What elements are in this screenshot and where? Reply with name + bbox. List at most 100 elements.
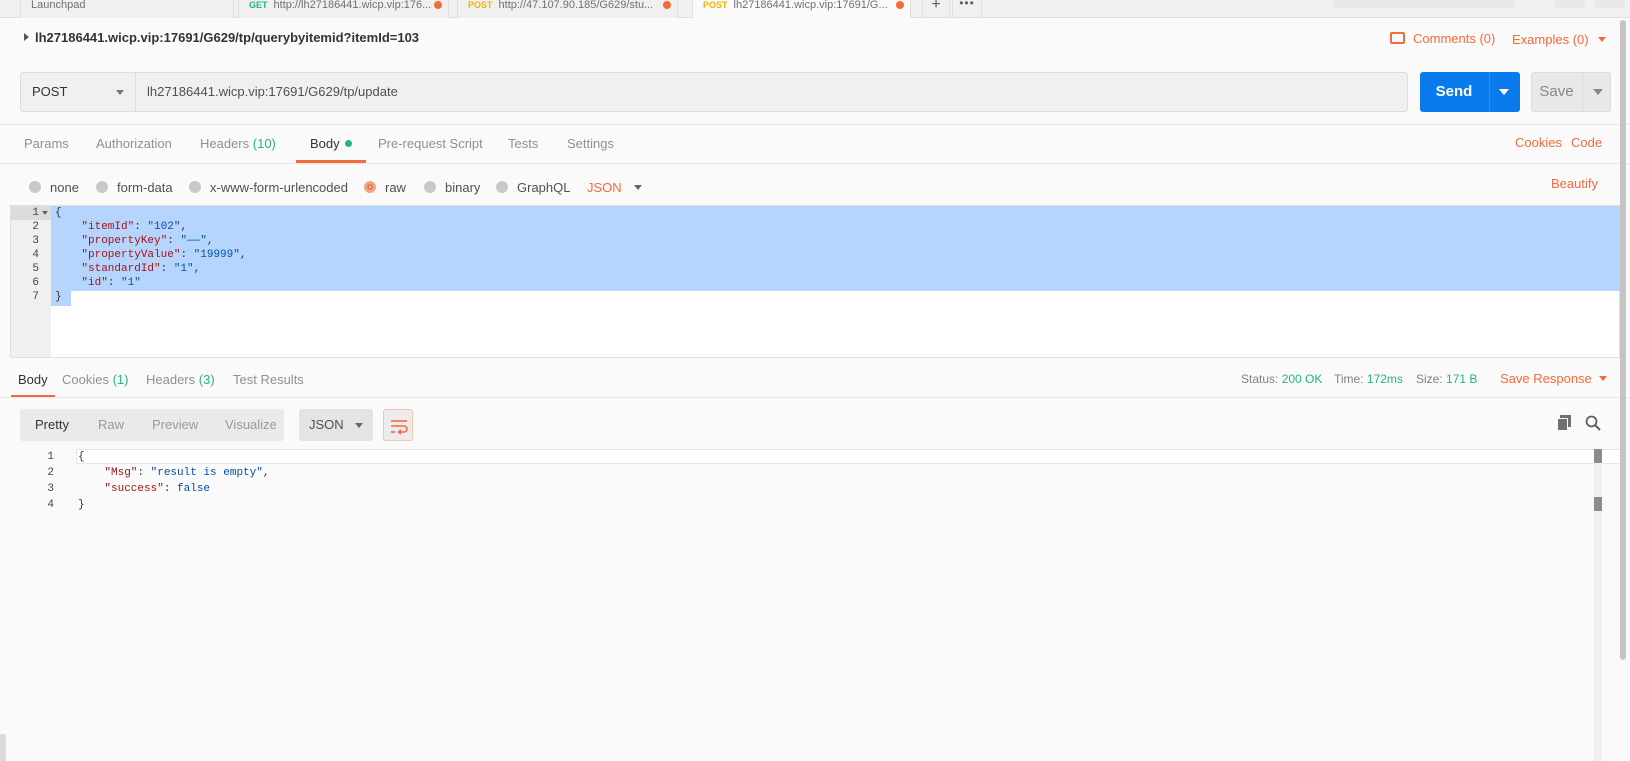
fold-chevron-down-icon[interactable] (42, 211, 48, 215)
code-line: { (78, 451, 85, 463)
radio-raw[interactable]: raw (364, 180, 406, 195)
json-key: "propertyValue" (81, 249, 181, 261)
url-input[interactable]: lh27186441.wicp.vip:17691/G629/tp/update (147, 73, 398, 111)
more-tabs-ellipsis-icon[interactable]: ••• (952, 0, 982, 18)
code-line: "itemId": "102", (81, 221, 188, 233)
environment-eye-icon[interactable] (1555, 0, 1585, 8)
headers-count: (10) (252, 136, 276, 151)
request-tab-strip: Launchpad GET http://lh27186441.wicp.vip:… (0, 0, 1630, 18)
response-tab-cookies[interactable]: Cookies (1) (62, 364, 128, 397)
response-scrollbar[interactable] (1594, 449, 1602, 761)
tab-post-request-active[interactable]: POST lh27186441.wicp.vip:17691/G... (692, 0, 911, 18)
radio-form-data[interactable]: form-data (96, 180, 173, 195)
url-bar: POST lh27186441.wicp.vip:17691/G629/tp/u… (20, 72, 1408, 112)
wrap-lines-button[interactable] (383, 409, 413, 441)
tab-authorization[interactable]: Authorization (96, 125, 172, 163)
divider (1489, 72, 1490, 112)
caret-right-icon[interactable] (24, 33, 29, 41)
line-number: 5 (32, 263, 39, 275)
body-indicator-dot-icon (344, 140, 352, 147)
examples-label: Examples (0) (1512, 32, 1589, 47)
scrollbar-thumb[interactable] (1594, 449, 1602, 463)
new-tab-plus-icon[interactable]: + (922, 0, 950, 18)
response-view-tabs: Pretty Raw Preview Visualize (20, 409, 284, 441)
save-options-chevron-down-icon[interactable] (1593, 89, 1603, 95)
copy-icon[interactable] (1557, 415, 1571, 431)
line-number: 3 (32, 235, 39, 247)
radio-label: none (50, 180, 79, 195)
body-format-value: JSON (587, 180, 622, 195)
wrap-lines-icon (391, 420, 408, 435)
examples-dropdown[interactable]: Examples (0) (1512, 32, 1606, 47)
send-button[interactable]: Send (1420, 72, 1520, 112)
send-options-chevron-down-icon[interactable] (1499, 89, 1509, 95)
body-format-dropdown[interactable]: JSON (587, 180, 642, 195)
request-body-editor[interactable]: 1 2 3 4 5 6 7 { "itemId": "102", "proper… (10, 205, 1621, 358)
radio-selected-icon (364, 181, 376, 193)
json-key: "itemId" (81, 221, 135, 233)
tab-title: http://lh27186441.wicp.vip:176... (273, 0, 432, 11)
tab-headers-label: Headers (200, 136, 250, 151)
size-value[interactable]: 171 B (1446, 372, 1477, 386)
tab-post-request[interactable]: POST http://47.107.90.185/G629/stu... (457, 0, 678, 18)
response-tab-body[interactable]: Body (11, 364, 55, 397)
tab-settings[interactable]: Settings (567, 125, 614, 163)
environment-selector[interactable] (1334, 0, 1514, 8)
unsaved-dot-icon (663, 1, 671, 9)
tab-headers[interactable]: Headers (10) (200, 125, 276, 163)
request-name[interactable]: lh27186441.wicp.vip:17691/G629/tp/queryb… (24, 30, 419, 45)
line-number: 2 (47, 467, 54, 479)
comments-button[interactable]: Comments (0) (1390, 31, 1495, 46)
code-line: } (78, 499, 85, 511)
tab-launchpad[interactable]: Launchpad (20, 0, 234, 18)
view-raw[interactable]: Raw (98, 409, 124, 441)
radio-urlencoded[interactable]: x-www-form-urlencoded (189, 180, 348, 195)
view-pretty[interactable]: Pretty (35, 409, 69, 441)
radio-binary[interactable]: binary (424, 180, 480, 195)
tab-prerequest-script[interactable]: Pre-request Script (378, 125, 483, 163)
response-format-dropdown[interactable]: JSON (299, 409, 373, 441)
response-tab-test-results[interactable]: Test Results (233, 364, 304, 397)
tab-params[interactable]: Params (24, 125, 69, 163)
json-key: "id" (81, 277, 108, 289)
scrollbar-marker (1594, 497, 1602, 511)
time-readout: Time: 172ms (1334, 372, 1403, 386)
radio-label: binary (445, 180, 481, 195)
method-select[interactable]: POST (21, 73, 136, 111)
environment-settings-icon[interactable] (1595, 0, 1625, 8)
tab-tests[interactable]: Tests (508, 125, 538, 163)
chevron-down-icon (1597, 37, 1606, 42)
cookies-link[interactable]: Cookies (1515, 135, 1562, 150)
tab-method: POST (468, 0, 493, 10)
json-value: "102" (147, 221, 181, 233)
search-icon[interactable] (1585, 415, 1601, 431)
page-scrollbar[interactable] (1620, 20, 1628, 660)
json-value: false (177, 483, 211, 495)
cookies-count: (1) (112, 372, 129, 387)
radio-graphql[interactable]: GraphQL (496, 180, 570, 195)
save-response-dropdown[interactable]: Save Response (1500, 371, 1607, 386)
beautify-link[interactable]: Beautify (1551, 176, 1598, 191)
save-button[interactable]: Save (1531, 72, 1611, 112)
response-body-viewer[interactable]: 1 2 3 4 { "Msg": "result is empty", "suc… (20, 449, 1626, 761)
save-response-label: Save Response (1500, 371, 1592, 386)
view-visualize[interactable]: Visualize (225, 409, 277, 441)
tab-title: http://47.107.90.185/G629/stu... (498, 0, 654, 11)
line-number: 6 (32, 277, 39, 289)
response-tab-headers[interactable]: Headers (3) (146, 364, 215, 397)
code-link[interactable]: Code (1571, 135, 1602, 150)
tab-body[interactable]: Body (296, 125, 366, 163)
code-line: "Msg": "result is empty", (104, 467, 270, 479)
chevron-down-icon (1598, 376, 1607, 381)
scrollbar-thumb[interactable] (1620, 20, 1626, 660)
view-preview[interactable]: Preview (152, 409, 198, 441)
tab-get-request[interactable]: GET http://lh27186441.wicp.vip:176... (238, 0, 449, 18)
radio-none[interactable]: none (29, 180, 79, 195)
line-number: 7 (32, 291, 39, 303)
radio-label: form-data (117, 180, 173, 195)
radio-label: x-www-form-urlencoded (210, 180, 348, 195)
json-value: "1" (173, 263, 194, 275)
json-value: "——" (180, 235, 207, 247)
time-value[interactable]: 172ms (1367, 372, 1403, 386)
status-value[interactable]: 200 OK (1282, 372, 1323, 386)
